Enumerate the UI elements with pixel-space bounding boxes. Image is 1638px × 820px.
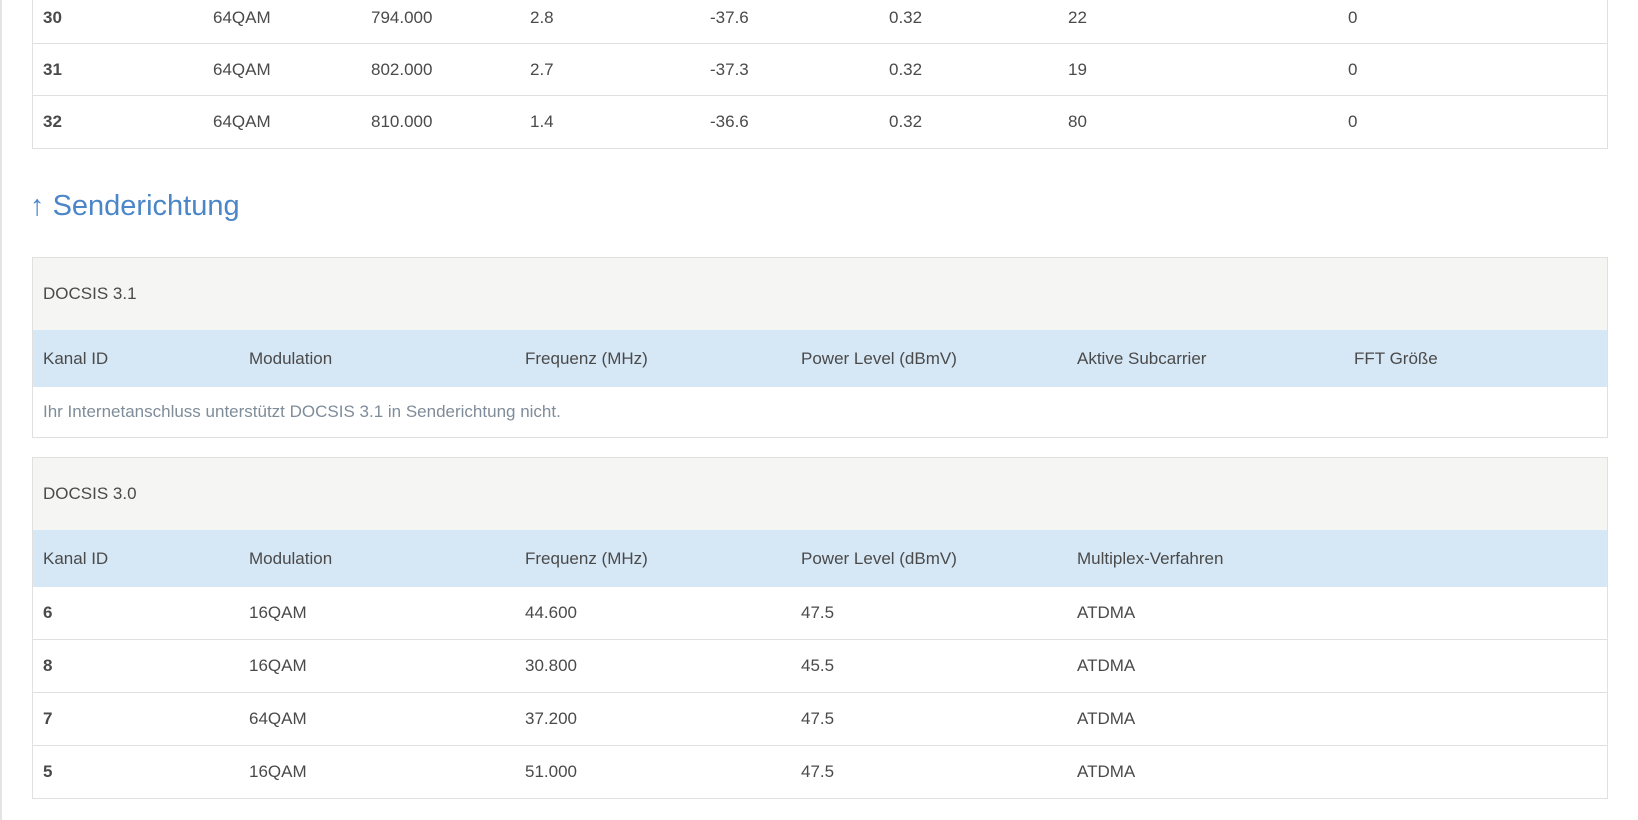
corrected-errors: 80	[1068, 112, 1087, 131]
column-header: Power Level (dBmV)	[801, 348, 957, 368]
corrected-errors: 22	[1068, 7, 1087, 27]
column-header: Frequenz (MHz)	[525, 348, 648, 368]
column-header: Frequenz (MHz)	[525, 548, 648, 568]
channel-id: 8	[43, 656, 53, 675]
table-row: 7 64QAM 37.200 47.5 ATDMA	[33, 692, 1607, 745]
modulation: 64QAM	[213, 7, 271, 27]
channel-id: 5	[43, 762, 53, 781]
modulation: 16QAM	[249, 603, 307, 622]
table-row: 30 64QAM 794.000 2.8 -37.6 0.32 22 0	[33, 0, 1607, 44]
not-supported-message: Ihr Internetanschluss unterstützt DOCSIS…	[43, 402, 561, 421]
docsis30-table: DOCSIS 3.0 Kanal ID Modulation Frequenz …	[32, 457, 1608, 799]
channel-id: 30	[43, 7, 62, 27]
channel-id: 6	[43, 603, 53, 622]
mse: -36.6	[710, 112, 749, 131]
table-row: 6 16QAM 44.600 47.5 ATDMA	[33, 587, 1607, 639]
power-level: 1.4	[530, 112, 554, 131]
multiplex: ATDMA	[1077, 603, 1136, 622]
modulation: 16QAM	[249, 656, 307, 675]
column-header: Modulation	[249, 548, 333, 568]
power-level: 2.7	[530, 59, 554, 79]
column-header: Power Level (dBmV)	[801, 548, 957, 568]
latency: 0.32	[889, 7, 923, 27]
power-level: 45.5	[801, 656, 835, 675]
channel-id: 7	[43, 709, 53, 728]
modulation: 64QAM	[213, 59, 271, 79]
frequency: 44.600	[525, 603, 577, 622]
column-header: Aktive Subcarrier	[1077, 348, 1207, 368]
multiplex: ATDMA	[1077, 656, 1136, 675]
column-header: FFT Größe	[1354, 348, 1438, 368]
frequency: 802.000	[371, 59, 433, 79]
column-header: Kanal ID	[43, 548, 109, 568]
upstream-heading: ↑ Senderichtung	[30, 190, 240, 223]
power-level: 47.5	[801, 762, 835, 781]
latency: 0.32	[889, 112, 923, 131]
page-border	[0, 0, 2, 820]
mse: -37.6	[710, 7, 749, 27]
table-row: 8 16QAM 30.800 45.5 ATDMA	[33, 639, 1607, 692]
frequency: 51.000	[525, 762, 577, 781]
power-level: 47.5	[801, 603, 835, 622]
modulation: 64QAM	[249, 709, 307, 728]
table-title: DOCSIS 3.1	[33, 258, 1607, 330]
table-header: Kanal ID Modulation Frequenz (MHz) Power…	[33, 330, 1607, 387]
frequency: 810.000	[371, 112, 433, 131]
corrected-errors: 19	[1068, 59, 1087, 79]
table-row: 5 16QAM 51.000 47.5 ATDMA	[33, 745, 1607, 798]
multiplex: ATDMA	[1077, 709, 1136, 728]
column-header: Kanal ID	[43, 348, 109, 368]
column-header: Multiplex-Verfahren	[1077, 548, 1224, 568]
frequency: 794.000	[371, 7, 433, 27]
power-level: 47.5	[801, 709, 835, 728]
table-row: 31 64QAM 802.000 2.7 -37.3 0.32 19 0	[33, 44, 1607, 96]
table-header: Kanal ID Modulation Frequenz (MHz) Power…	[33, 530, 1607, 587]
table-body: 6 16QAM 44.600 47.5 ATDMA 8 16QAM 30.800…	[33, 587, 1607, 798]
modulation: 64QAM	[213, 112, 271, 131]
channel-id: 31	[43, 59, 62, 79]
latency: 0.32	[889, 59, 923, 79]
table-row: 32 64QAM 810.000 1.4 -36.6 0.32 80 0	[33, 96, 1607, 148]
channel-id: 32	[43, 112, 62, 131]
power-level: 2.8	[530, 7, 554, 27]
upstream-heading-text: Senderichtung	[52, 190, 240, 222]
mse: -37.3	[710, 59, 749, 79]
uncorrectable-errors: 0	[1348, 59, 1358, 79]
table-title: DOCSIS 3.0	[33, 458, 1607, 530]
uncorrectable-errors: 0	[1348, 112, 1358, 131]
arrow-up-icon: ↑	[30, 190, 45, 222]
modulation: 16QAM	[249, 762, 307, 781]
frequency: 30.800	[525, 656, 577, 675]
column-header: Modulation	[249, 348, 333, 368]
uncorrectable-errors: 0	[1348, 7, 1358, 27]
multiplex: ATDMA	[1077, 762, 1136, 781]
docsis31-table: DOCSIS 3.1 Kanal ID Modulation Frequenz …	[32, 257, 1608, 438]
frequency: 37.200	[525, 709, 577, 728]
downstream-table: 30 64QAM 794.000 2.8 -37.6 0.32 22 0 31 …	[32, 0, 1608, 149]
